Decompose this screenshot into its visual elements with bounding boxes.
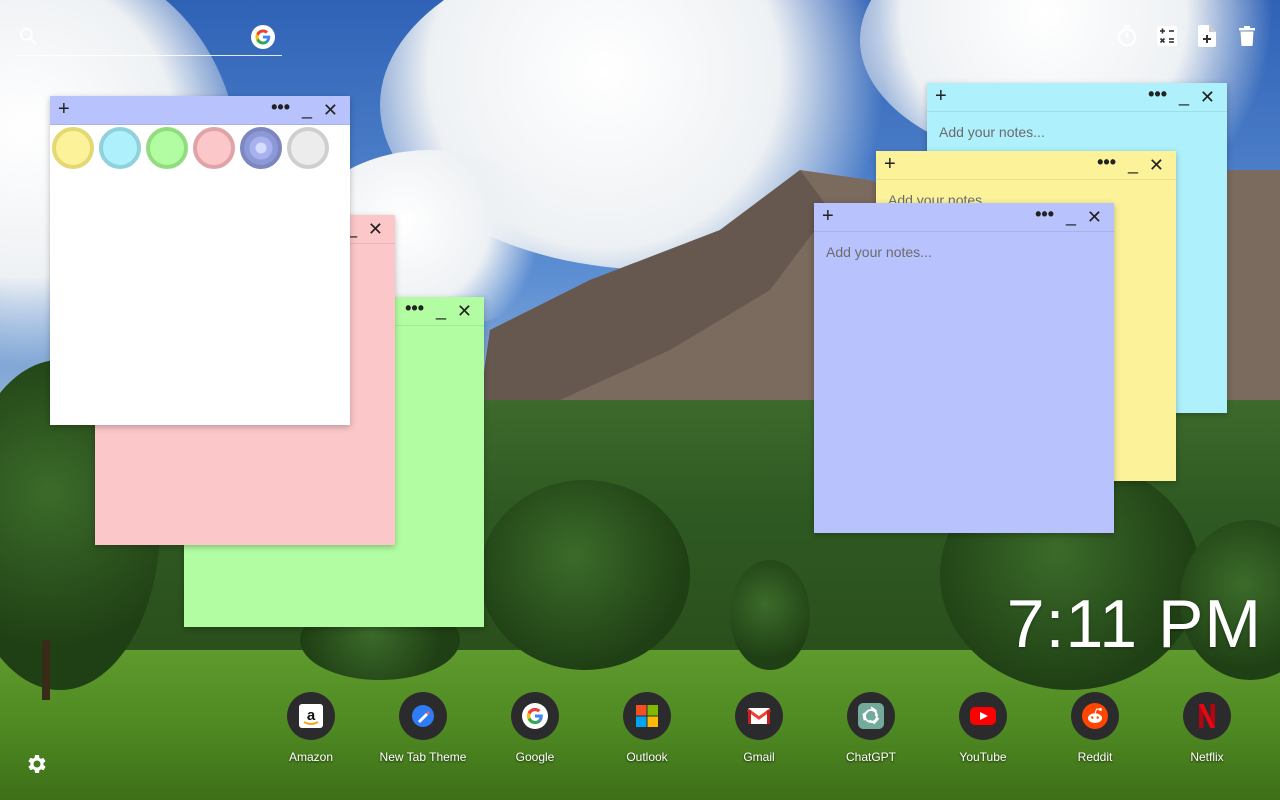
shortcut-netflix[interactable]: Netflix bbox=[1151, 692, 1263, 764]
minimize-button[interactable]: _ bbox=[1128, 153, 1138, 175]
shortcut-outlook[interactable]: Outlook bbox=[591, 692, 703, 764]
sticky-note-white[interactable]: + ••• _ ✕ bbox=[50, 96, 350, 425]
minimize-button[interactable]: _ bbox=[1179, 85, 1189, 107]
color-swatch-yellow[interactable] bbox=[52, 127, 94, 169]
calculator-icon[interactable] bbox=[1156, 24, 1178, 48]
minimize-button[interactable]: _ bbox=[1066, 205, 1076, 227]
note-header: + ••• _ ✕ bbox=[814, 203, 1114, 232]
note-header: + ••• _ ✕ bbox=[927, 83, 1227, 112]
color-swatch-indigo-selected[interactable] bbox=[240, 127, 282, 169]
shortcut-reddit[interactable]: Reddit bbox=[1039, 692, 1151, 764]
settings-gear-icon[interactable] bbox=[24, 752, 48, 776]
shortcut-youtube[interactable]: YouTube bbox=[927, 692, 1039, 764]
color-swatch-green[interactable] bbox=[146, 127, 188, 169]
tree bbox=[480, 480, 690, 670]
tree-trunk bbox=[42, 640, 50, 700]
shortcut-label: Gmail bbox=[743, 750, 775, 764]
minimize-button[interactable]: _ bbox=[302, 98, 312, 120]
close-button[interactable]: ✕ bbox=[1149, 154, 1164, 176]
add-note-button[interactable]: + bbox=[884, 153, 896, 175]
note-header: + ••• _ ✕ bbox=[50, 96, 350, 125]
shortcut-label: Reddit bbox=[1077, 750, 1113, 764]
shortcut-dock: a Amazon New Tab Theme Google Outlook Gm… bbox=[255, 692, 1263, 764]
netflix-icon bbox=[1183, 692, 1231, 740]
minimize-button[interactable]: _ bbox=[436, 299, 446, 321]
search-input[interactable] bbox=[46, 24, 250, 52]
shortcut-label: Google bbox=[515, 750, 555, 764]
color-palette bbox=[50, 125, 350, 171]
timer-icon[interactable] bbox=[1116, 24, 1138, 48]
sticky-note-indigo[interactable]: + ••• _ ✕ bbox=[814, 203, 1114, 533]
svg-text:a: a bbox=[307, 707, 316, 724]
note-menu-button[interactable]: ••• bbox=[1097, 151, 1116, 173]
close-button[interactable]: ✕ bbox=[457, 300, 472, 322]
note-body bbox=[814, 232, 1114, 522]
amazon-icon: a bbox=[287, 692, 335, 740]
close-button[interactable]: ✕ bbox=[1200, 86, 1215, 108]
color-swatch-pink[interactable] bbox=[193, 127, 235, 169]
color-swatch-cyan[interactable] bbox=[99, 127, 141, 169]
new-tab-theme-icon bbox=[399, 692, 447, 740]
note-menu-button[interactable]: ••• bbox=[1035, 203, 1054, 225]
note-textarea[interactable] bbox=[824, 242, 1108, 516]
shortcut-label: ChatGPT bbox=[845, 750, 896, 764]
color-swatch-gray[interactable] bbox=[287, 127, 329, 169]
google-search-icon[interactable] bbox=[251, 25, 275, 49]
youtube-icon bbox=[959, 692, 1007, 740]
shortcut-gmail[interactable]: Gmail bbox=[703, 692, 815, 764]
chatgpt-icon bbox=[847, 692, 895, 740]
shortcut-label: Outlook bbox=[626, 750, 668, 764]
add-note-icon[interactable] bbox=[1196, 24, 1218, 48]
close-button[interactable]: ✕ bbox=[368, 218, 383, 240]
add-note-button[interactable]: + bbox=[822, 205, 834, 227]
add-note-button[interactable]: + bbox=[58, 98, 70, 120]
shortcut-chatgpt[interactable]: ChatGPT bbox=[815, 692, 927, 764]
clock: 7:11 PM bbox=[1006, 586, 1262, 662]
note-menu-button[interactable]: ••• bbox=[1148, 83, 1167, 105]
shortcut-amazon[interactable]: a Amazon bbox=[255, 692, 367, 764]
tree bbox=[730, 560, 810, 670]
gmail-icon bbox=[735, 692, 783, 740]
shortcut-label: YouTube bbox=[959, 750, 1007, 764]
trash-icon[interactable] bbox=[1236, 24, 1258, 48]
note-header: + ••• _ ✕ bbox=[876, 151, 1176, 180]
shortcut-label: Amazon bbox=[288, 750, 334, 764]
google-icon bbox=[511, 692, 559, 740]
search-icon[interactable] bbox=[18, 26, 38, 46]
add-note-button[interactable]: + bbox=[935, 85, 947, 107]
note-menu-button[interactable]: ••• bbox=[405, 297, 424, 319]
top-toolbar bbox=[1116, 24, 1258, 48]
note-menu-button[interactable]: ••• bbox=[271, 96, 290, 118]
close-button[interactable]: ✕ bbox=[1087, 206, 1102, 228]
search-bar bbox=[16, 22, 282, 56]
reddit-icon bbox=[1071, 692, 1119, 740]
shortcut-new-tab-theme[interactable]: New Tab Theme bbox=[367, 692, 479, 764]
shortcut-label: Netflix bbox=[1190, 750, 1224, 764]
shortcut-label: New Tab Theme bbox=[379, 750, 467, 764]
shortcut-google[interactable]: Google bbox=[479, 692, 591, 764]
close-button[interactable]: ✕ bbox=[323, 99, 338, 121]
outlook-icon bbox=[623, 692, 671, 740]
